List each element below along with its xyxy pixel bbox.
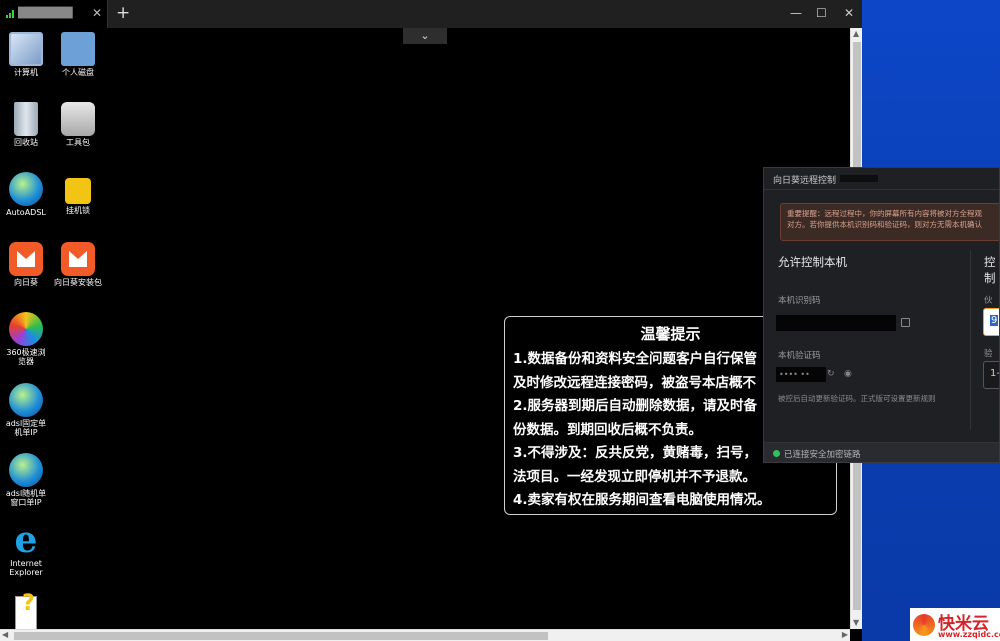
autoadsl-icon — [9, 172, 43, 206]
title-bar: ████████ ✕ + — ☐ ✕ — [0, 0, 862, 28]
status-text: 已连接安全加密链路 — [784, 450, 861, 460]
connection-tab[interactable]: ████████ ✕ — [0, 0, 108, 28]
allow-control-heading: 允许控制本机 — [778, 255, 847, 269]
partner-id-text: 9 — [990, 315, 999, 326]
computer-icon — [9, 32, 43, 66]
desktop-icon-recycle-bin[interactable]: 回收站 — [0, 102, 54, 147]
desktop-icon-internet-explorer[interactable]: e Internet Explorer — [0, 519, 54, 577]
warning-banner: 重要提醒：远程过程中，你的屏幕所有内容将被对方全程观 对方。若你提供本机识别码和… — [780, 203, 999, 241]
desktop-icon-toolkit[interactable]: 工具包 — [50, 102, 106, 147]
sunlogin-title: 向日葵远程控制 — [773, 176, 837, 186]
sunlogin-icon — [9, 242, 43, 276]
icon-label: adsl随机单窗口单IP — [5, 489, 47, 507]
status-dot-icon — [773, 450, 780, 457]
eye-icon[interactable]: ◉ — [844, 369, 852, 379]
control-other-heading: 控制 — [984, 255, 996, 285]
verify-code-value: •••• •• — [776, 367, 826, 382]
tab-close-icon[interactable]: ✕ — [92, 6, 102, 20]
remote-desktop-window: ████████ ✕ + — ☐ ✕ ⌄ 计算机 个人磁盘 回收站 工具包 Au… — [0, 0, 862, 641]
notice-line: 法项目。一经发现立即停机并不予退款。 — [513, 468, 756, 485]
ie-icon: e — [14, 519, 38, 561]
warning-text: 对方。若你提供本机识别码和验证码，则对方无需本机确认 — [787, 220, 982, 229]
refresh-icon[interactable]: ↻ — [827, 369, 835, 379]
desktop-icon-adsl-random[interactable]: adsl随机单窗口单IP — [0, 453, 54, 507]
icon-label: Internet Explorer — [9, 559, 43, 577]
watermark: 快米云 www.zzqidc.com — [910, 608, 1000, 641]
scroll-right-icon[interactable]: ▶ — [842, 630, 848, 639]
adsl-random-icon — [9, 453, 43, 487]
watermark-url: www.zzqidc.com — [938, 630, 1000, 639]
icon-label: 工具包 — [66, 138, 90, 147]
browser-360-icon — [9, 312, 43, 346]
horizontal-scroll-thumb[interactable] — [14, 632, 548, 640]
section-divider — [970, 250, 971, 430]
sunlogin-installer-icon — [61, 242, 95, 276]
scroll-down-icon[interactable]: ▼ — [853, 618, 859, 627]
signal-icon — [6, 10, 16, 18]
scroll-up-icon[interactable]: ▲ — [853, 29, 859, 38]
icon-label: 360极速浏览器 — [6, 348, 46, 366]
icon-label: 挂机锁 — [66, 206, 90, 215]
desktop-icon-personal-disk[interactable]: 个人磁盘 — [50, 32, 106, 77]
partner-id-input[interactable]: 9 — [983, 308, 999, 336]
sunlogin-panel: 向日葵远程控制 重要提醒：远程过程中，你的屏幕所有内容将被对方全程观 对方。若你… — [763, 167, 1000, 463]
sunlogin-header[interactable]: 向日葵远程控制 — [764, 168, 999, 190]
verify-code-note: 被控后自动更新验证码。正式版可设置更新规则 — [778, 394, 936, 403]
partner-verify-input[interactable]: 1- — [983, 361, 999, 389]
personal-disk-icon — [61, 32, 95, 66]
icon-label: 向日葵 — [14, 278, 38, 287]
status-bar: 已连接安全加密链路 — [764, 442, 999, 462]
minimize-button[interactable]: — — [790, 6, 802, 20]
help-doc-icon — [15, 591, 37, 630]
toolkit-icon — [61, 102, 95, 136]
icon-label: 个人磁盘 — [62, 68, 94, 77]
horizontal-scrollbar[interactable]: ◀ ▶ — [0, 629, 850, 641]
desktop-icon-sunlogin[interactable]: 向日葵 — [0, 242, 54, 287]
tab-title: ████████ — [18, 8, 73, 19]
desktop-icon-computer[interactable]: 计算机 — [0, 32, 54, 77]
copy-icon[interactable] — [901, 318, 910, 327]
icon-label: 向日葵安装包 — [54, 278, 102, 287]
adsl-fixed-icon — [9, 383, 43, 417]
desktop-icon-adsl-fixed[interactable]: adsl固定单机单IP — [0, 383, 54, 437]
desktop-icon-autoadsl[interactable]: AutoADSL — [0, 172, 54, 217]
desktop-icon-360-browser[interactable]: 360极速浏览器 — [0, 312, 54, 366]
warning-text: 重要提醒：远程过程中，你的屏幕所有内容将被对方全程观 — [787, 209, 982, 218]
new-tab-button[interactable]: + — [116, 3, 130, 23]
maximize-button[interactable]: ☐ — [816, 6, 827, 20]
device-id-label: 本机识别码 — [778, 296, 821, 306]
icon-label: 计算机 — [14, 68, 38, 77]
device-id-value — [776, 315, 896, 331]
icon-label: 回收站 — [14, 138, 38, 147]
lock-icon — [65, 178, 91, 204]
notice-line: 4.卖家有权在服务期间查看电脑使用情况。 — [513, 492, 771, 508]
verify-code-label: 本机验证码 — [778, 351, 821, 361]
toolbar-dropdown-button[interactable]: ⌄ — [403, 28, 447, 44]
scroll-left-icon[interactable]: ◀ — [2, 630, 8, 639]
icon-label: AutoADSL — [6, 208, 46, 217]
close-button[interactable]: ✕ — [844, 6, 854, 20]
watermark-logo-icon — [913, 614, 935, 636]
redacted-version — [840, 175, 878, 182]
icon-label: adsl固定单机单IP — [5, 419, 47, 437]
desktop-icon-sunlogin-installer[interactable]: 向日葵安装包 — [50, 242, 106, 287]
desktop-icon-help-doc[interactable] — [0, 591, 54, 632]
desktop-icon-lock[interactable]: 挂机锁 — [50, 172, 106, 215]
recycle-bin-icon — [14, 102, 38, 136]
